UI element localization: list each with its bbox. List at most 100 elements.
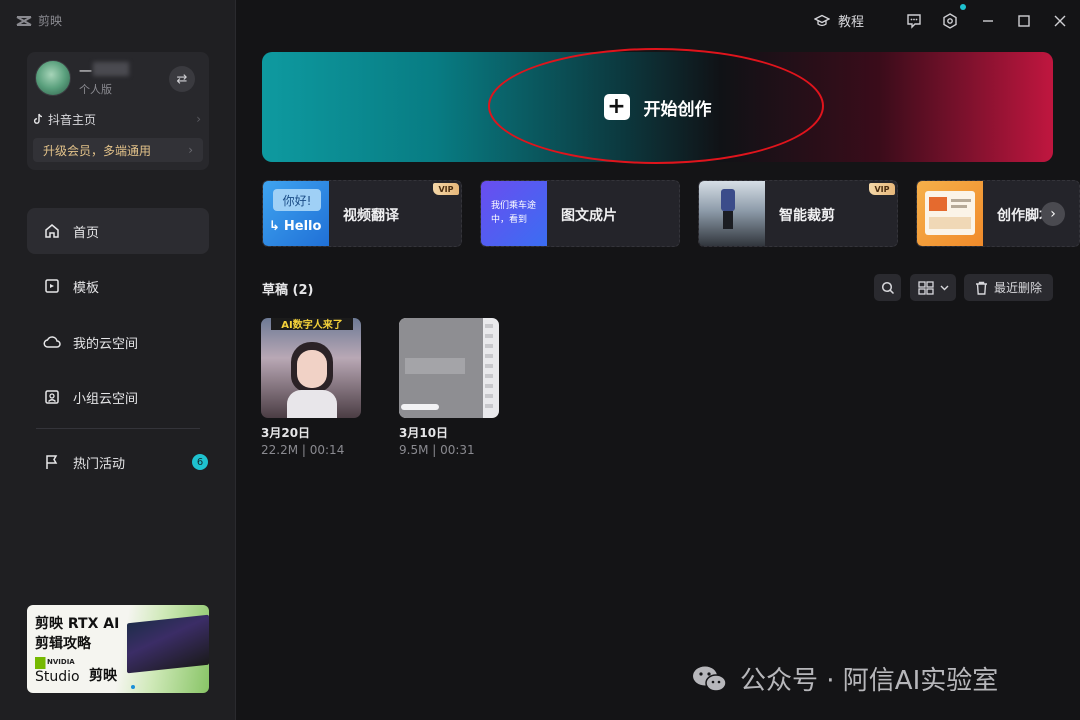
vip-label: 升级会员，多端通用 [43, 143, 152, 158]
nav-divider [36, 428, 200, 429]
rtx-promo-banner[interactable]: 剪映 RTX AI 剪辑攻略 NVIDIA Studio 剪映 [27, 605, 209, 693]
chevron-right-icon: › [1050, 206, 1056, 222]
carousel-next-button[interactable]: › [1041, 202, 1065, 226]
sidebar: 剪映 一 个人版 ⇄ 抖音主页 › 升级会员，多端通用 › 首页 模板 我的云空… [0, 0, 236, 720]
user-name: 一 [79, 65, 93, 80]
search-drafts-button[interactable] [874, 274, 901, 301]
avatar[interactable] [35, 60, 71, 96]
vip-badge: VIP [433, 183, 459, 195]
promo-brand: 剪映 [89, 668, 117, 684]
chevron-right-icon: › [196, 112, 201, 126]
arrow-icon: ↳ [269, 219, 280, 234]
chevron-right-icon: › [188, 143, 193, 157]
feature-text-to-video[interactable]: 我们乘车途 中，看到 图文成片 [480, 180, 680, 247]
tutorial-label: 教程 [838, 15, 865, 30]
thumb-text-1: 你好! [273, 189, 321, 211]
capcut-logo-icon [16, 15, 32, 26]
tutorial-button[interactable]: 教程 [814, 11, 864, 30]
cloud-icon [43, 333, 61, 351]
draft-thumbnail [399, 318, 499, 418]
plus-icon: + [603, 94, 630, 120]
script-thumbnail [917, 181, 983, 246]
wechat-icon [693, 666, 727, 692]
draft-meta: 22.2M | 00:14 [261, 443, 345, 457]
recent-delete-label: 最近删除 [993, 281, 1042, 295]
nav-label: 模板 [73, 280, 100, 296]
vip-badge: VIP [869, 183, 895, 195]
thumb-text-2: Hello [283, 219, 322, 234]
close-icon [1054, 15, 1066, 27]
draft-date: 3月10日 [399, 426, 449, 440]
promo-title-line1: 剪映 RTX AI [35, 616, 120, 632]
drafts-title: 草稿 (2) [262, 283, 314, 298]
start-creating-label: 开始创作 [643, 99, 712, 120]
flag-icon [43, 453, 61, 471]
user-level: 个人版 [79, 83, 112, 96]
studio-text: Studio [35, 669, 80, 685]
draft-date: 3月20日 [261, 426, 311, 440]
tiktok-icon [33, 113, 43, 124]
app-name: 剪映 [38, 14, 63, 28]
nav-hot-events[interactable]: 热门活动 6 [27, 439, 209, 485]
search-icon [881, 281, 894, 294]
text-to-video-thumbnail: 我们乘车途 中，看到 [481, 181, 547, 246]
draft-item[interactable]: AI数字人来了 3月20日 22.2M | 00:14 [261, 318, 361, 457]
settings-button[interactable] [939, 10, 961, 32]
minimize-icon [983, 20, 993, 22]
video-translate-thumbnail: 你好! ↳ Hello [263, 181, 329, 246]
maximize-icon [1018, 15, 1030, 27]
douyin-home-link[interactable]: 抖音主页 › [33, 110, 201, 128]
switch-account-button[interactable]: ⇄ [169, 66, 195, 92]
notification-badge: 6 [192, 454, 208, 470]
graduation-cap-icon [814, 14, 830, 26]
feature-label: 智能裁剪 [779, 208, 835, 224]
carousel-dot[interactable] [131, 685, 135, 689]
close-button[interactable] [1049, 10, 1071, 32]
template-icon [43, 277, 61, 295]
douyin-label: 抖音主页 [48, 112, 97, 127]
nav-label: 我的云空间 [73, 336, 139, 352]
draft-caption: AI数字人来了 [271, 318, 353, 331]
chevron-down-icon [940, 285, 948, 290]
nav-label: 首页 [73, 225, 100, 241]
settings-notification-dot [960, 4, 966, 10]
feature-smart-crop[interactable]: 智能裁剪 VIP [698, 180, 898, 247]
promo-screens-image [127, 614, 209, 674]
person-face [297, 350, 327, 388]
skater-figure [721, 189, 735, 211]
app-logo: 剪映 [16, 12, 62, 29]
nav-template[interactable]: 模板 [27, 263, 209, 309]
promo-title-line2: 剪辑攻略 [35, 636, 91, 652]
user-name-redaction [93, 62, 129, 76]
trash-icon [975, 281, 987, 295]
home-icon [43, 222, 61, 240]
gear-icon [943, 13, 957, 29]
nav-label: 热门活动 [73, 456, 126, 472]
nav-my-cloud[interactable]: 我的云空间 [27, 319, 209, 365]
recent-delete-button[interactable]: 最近删除 [964, 274, 1053, 301]
upgrade-vip-button[interactable]: 升级会员，多端通用 › [33, 138, 203, 162]
nav-label: 小组云空间 [73, 391, 139, 407]
thumb-text-2: 中，看到 [491, 215, 528, 225]
message-icon [907, 14, 921, 29]
view-mode-button[interactable] [910, 274, 956, 301]
thumb-text-1: 我们乘车途 [491, 201, 537, 211]
profile-card: 一 个人版 ⇄ 抖音主页 › 升级会员，多端通用 › [27, 52, 209, 170]
maximize-button[interactable] [1013, 10, 1035, 32]
draft-meta: 9.5M | 00:31 [399, 443, 475, 457]
draft-item[interactable]: 3月10日 9.5M | 00:31 [399, 318, 499, 457]
minimize-button[interactable] [977, 10, 999, 32]
nvidia-text: NVIDIA [47, 658, 75, 666]
start-creating-button[interactable]: + 开始创作 [262, 48, 1053, 164]
feature-label: 视频翻译 [343, 208, 399, 224]
group-cloud-icon [43, 388, 61, 406]
feedback-button[interactable] [903, 10, 925, 32]
wechat-watermark: 公众号 · 阿信AI实验室 [690, 660, 998, 697]
smart-crop-thumbnail [699, 181, 765, 246]
feature-video-translate[interactable]: 你好! ↳ Hello 视频翻译 VIP [262, 180, 462, 247]
grid-view-icon [917, 280, 934, 295]
watermark-text: 公众号 · 阿信AI实验室 [740, 666, 999, 696]
feature-label: 图文成片 [561, 208, 617, 224]
nav-group-cloud[interactable]: 小组云空间 [27, 374, 209, 420]
nav-home[interactable]: 首页 [27, 208, 209, 254]
